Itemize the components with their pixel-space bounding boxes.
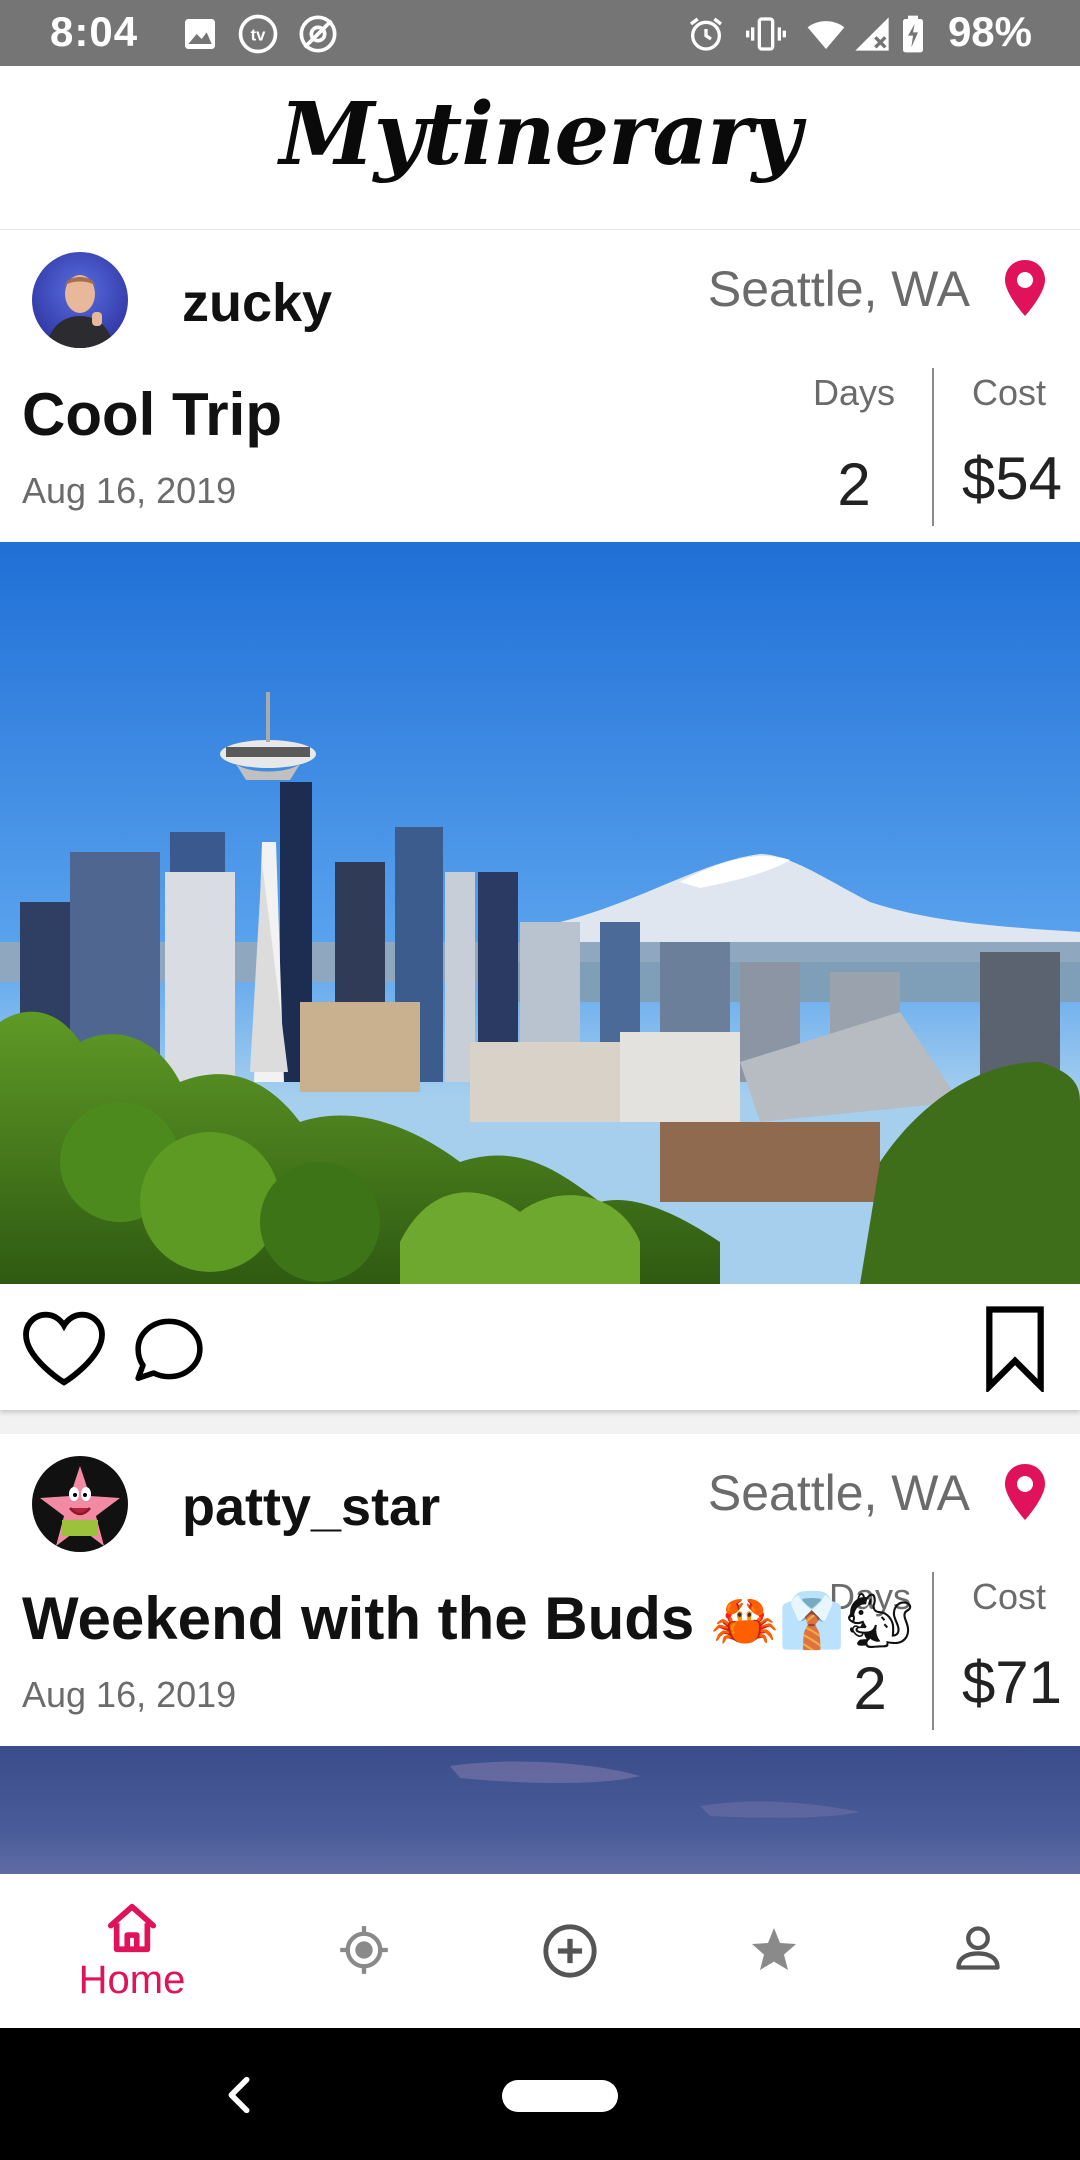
bookmark-icon[interactable] (982, 1304, 1048, 1392)
days-value: 2 (853, 1655, 887, 1722)
battery-icon (903, 15, 923, 53)
status-bar: 8:04 tv 98% (0, 0, 1080, 66)
trip-title[interactable]: Cool Trip (22, 380, 282, 449)
comment-icon[interactable] (130, 1310, 208, 1388)
trip-date: Aug 16, 2019 (22, 1674, 237, 1715)
username[interactable]: patty_star (182, 1476, 440, 1538)
home-pill-button[interactable] (502, 2080, 618, 2112)
home-icon (107, 1903, 157, 1953)
bottom-nav: Home (0, 1874, 1080, 2028)
trip-title[interactable]: Weekend with the Buds 🦀👔🐿 (22, 1584, 914, 1653)
vibrate-icon (746, 17, 786, 51)
nav-favorites[interactable] (674, 1874, 874, 2028)
heart-icon[interactable] (20, 1310, 108, 1386)
trip-photo[interactable] (0, 542, 1080, 1284)
at-icon (299, 15, 337, 53)
trip-date: Aug 16, 2019 (22, 470, 237, 511)
days-label: Days (812, 372, 896, 413)
location-label: Seattle, WA (707, 1465, 970, 1521)
nav-explore[interactable] (264, 1874, 464, 2028)
days-value: 2 (837, 451, 871, 518)
back-icon[interactable] (222, 2072, 256, 2118)
app-title: Mytinerary (279, 84, 801, 185)
cost-value: $54 (961, 445, 1063, 512)
post-card[interactable]: zucky Seattle, WA Cool Trip Aug 16, 2019… (0, 230, 1080, 1410)
status-time: 8:04 (50, 8, 139, 55)
post-card[interactable]: patty_star Seattle, WA Days 2 Cost $71 W… (0, 1434, 1080, 1874)
battery-percent: 98% (947, 8, 1032, 55)
stats-divider (932, 1572, 934, 1730)
alarm-icon (690, 17, 722, 51)
cost-label: Cost (971, 1576, 1047, 1617)
explore-icon (340, 1926, 388, 1974)
cost-value: $71 (961, 1649, 1063, 1716)
image-icon (185, 19, 215, 49)
feed[interactable]: zucky Seattle, WA Cool Trip Aug 16, 2019… (0, 230, 1080, 1874)
avatar[interactable] (32, 1456, 128, 1552)
location-label: Seattle, WA (707, 261, 970, 317)
nav-home-label: Home (78, 1958, 186, 2002)
nav-profile[interactable] (878, 1874, 1078, 2028)
profile-icon (956, 1926, 1000, 1970)
username[interactable]: zucky (182, 272, 332, 334)
app-header: Mytinerary (0, 66, 1080, 230)
stats-divider (932, 368, 934, 526)
post-actions (0, 1284, 1080, 1410)
system-nav-bar (0, 2028, 1080, 2160)
signal-icon (855, 17, 889, 51)
nav-home[interactable]: Home (32, 1874, 232, 2028)
star-icon (752, 1928, 796, 1970)
location-pin-icon (1005, 1464, 1045, 1520)
svg-text:tv: tv (251, 26, 267, 45)
wifi-icon (807, 21, 845, 49)
add-icon (543, 1924, 597, 1978)
trip-photo[interactable] (0, 1746, 1080, 1874)
cost-label: Cost (971, 372, 1047, 413)
avatar[interactable] (32, 252, 128, 348)
trip-title-emoji: 🦀👔🐿 (710, 1589, 915, 1652)
location-pin-icon (1005, 260, 1045, 316)
tv-icon: tv (238, 14, 278, 54)
nav-add[interactable] (470, 1874, 670, 2028)
